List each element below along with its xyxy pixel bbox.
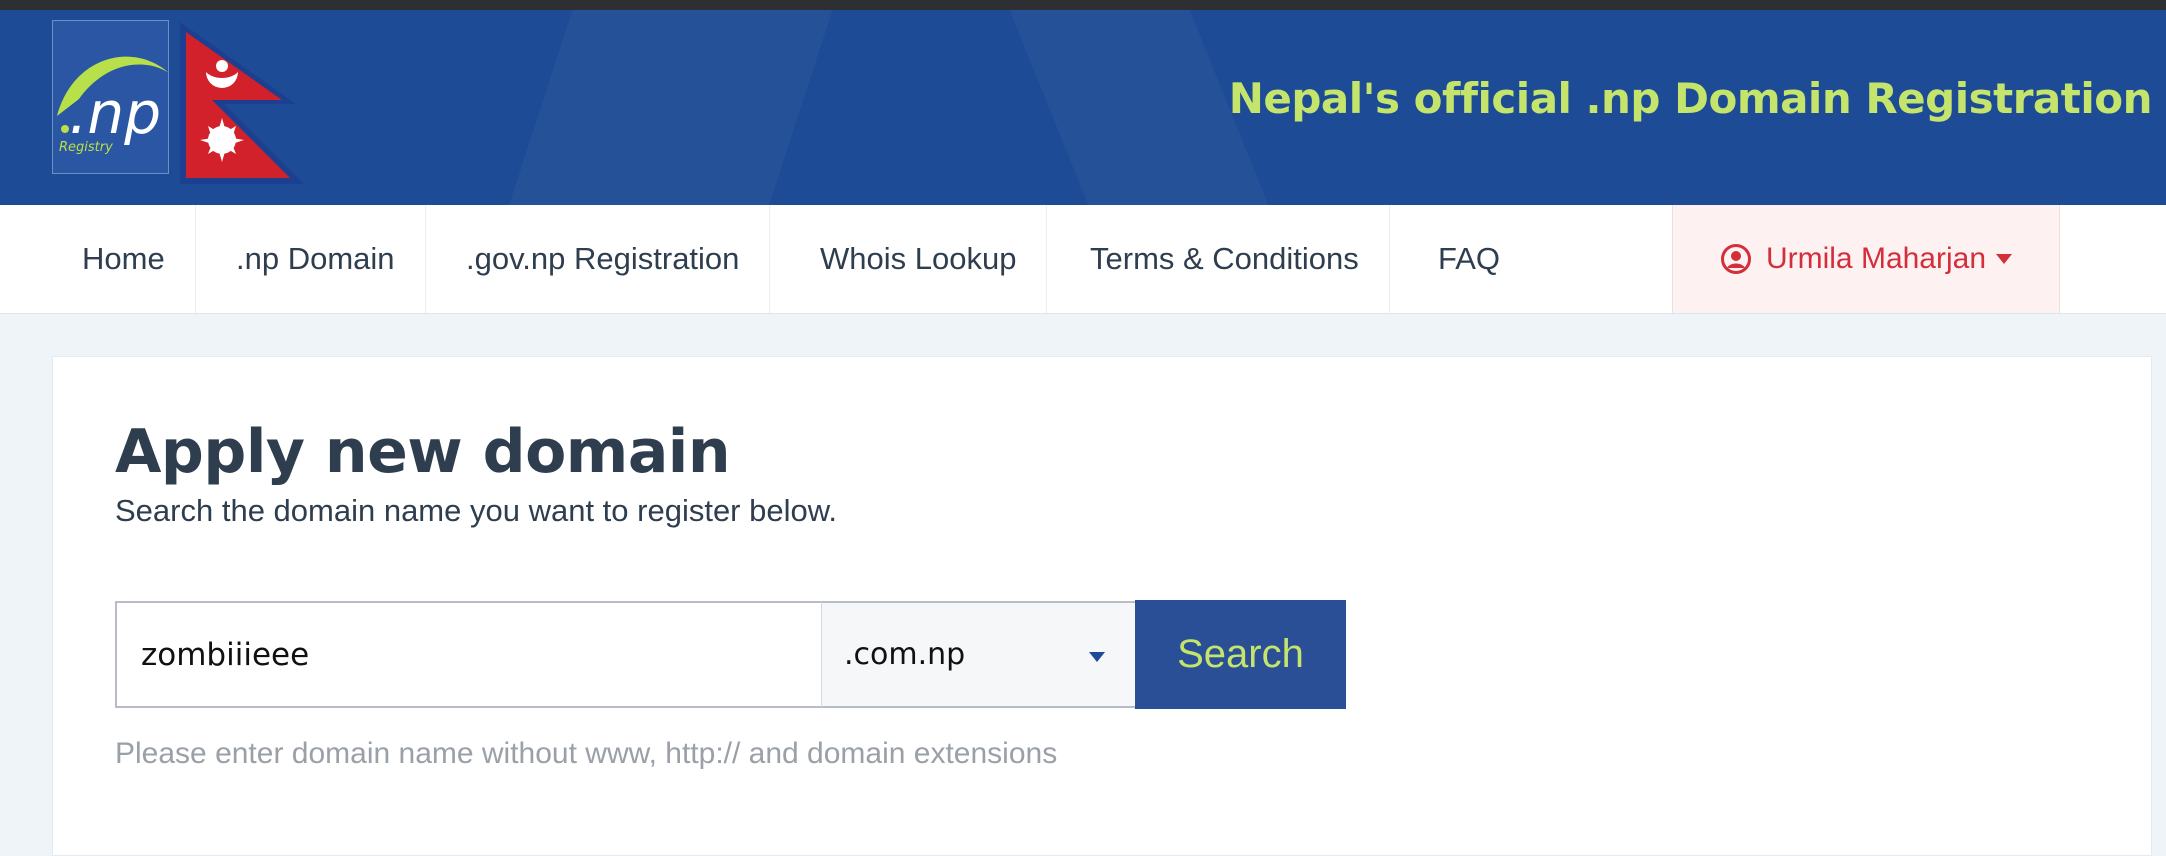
logo-subtext: Registry — [59, 140, 113, 155]
apply-domain-card: Apply new domain Search the domain name … — [52, 356, 2152, 856]
nav-faq[interactable]: FAQ — [1408, 205, 1530, 313]
np-registry-logo[interactable]: .np Registry — [52, 20, 169, 174]
nepal-flag-icon — [180, 22, 304, 184]
search-button[interactable]: Search — [1135, 600, 1346, 709]
dropdown-arrow-icon — [1089, 652, 1105, 662]
header-decoration — [495, 10, 846, 205]
nav-terms-conditions[interactable]: Terms & Conditions — [1060, 205, 1390, 313]
domain-search-input[interactable] — [115, 601, 823, 708]
caret-down-icon — [1996, 254, 2013, 264]
header-title: Nepal's official .np Domain Registration — [1228, 74, 2153, 123]
nav-gov-np-registration[interactable]: .gov.np Registration — [436, 205, 771, 313]
domain-extension-select[interactable]: .com.np — [821, 601, 1137, 708]
nav-whois-lookup[interactable]: Whois Lookup — [790, 205, 1048, 313]
site-header: .np Registry Nepal's official .np Domain… — [0, 10, 2166, 205]
logo-text: .np — [69, 79, 161, 147]
user-menu-dropdown[interactable]: Urmila Maharjan — [1672, 205, 2060, 313]
page-subtitle: Search the domain name you want to regis… — [115, 493, 838, 528]
np-logo-graphic: .np Registry — [57, 56, 169, 155]
nav-home[interactable]: Home — [52, 205, 196, 313]
page-title: Apply new domain — [115, 417, 731, 487]
user-name: Urmila Maharjan — [1765, 242, 1987, 275]
user-circle-icon — [1720, 244, 1751, 274]
main-nav: Home .np Domain .gov.np Registration Who… — [0, 205, 2166, 314]
selected-extension: .com.np — [844, 637, 966, 672]
window-top-strip — [0, 0, 2166, 10]
search-helper-text: Please enter domain name without www, ht… — [115, 737, 1058, 770]
nav-np-domain[interactable]: .np Domain — [206, 205, 426, 313]
